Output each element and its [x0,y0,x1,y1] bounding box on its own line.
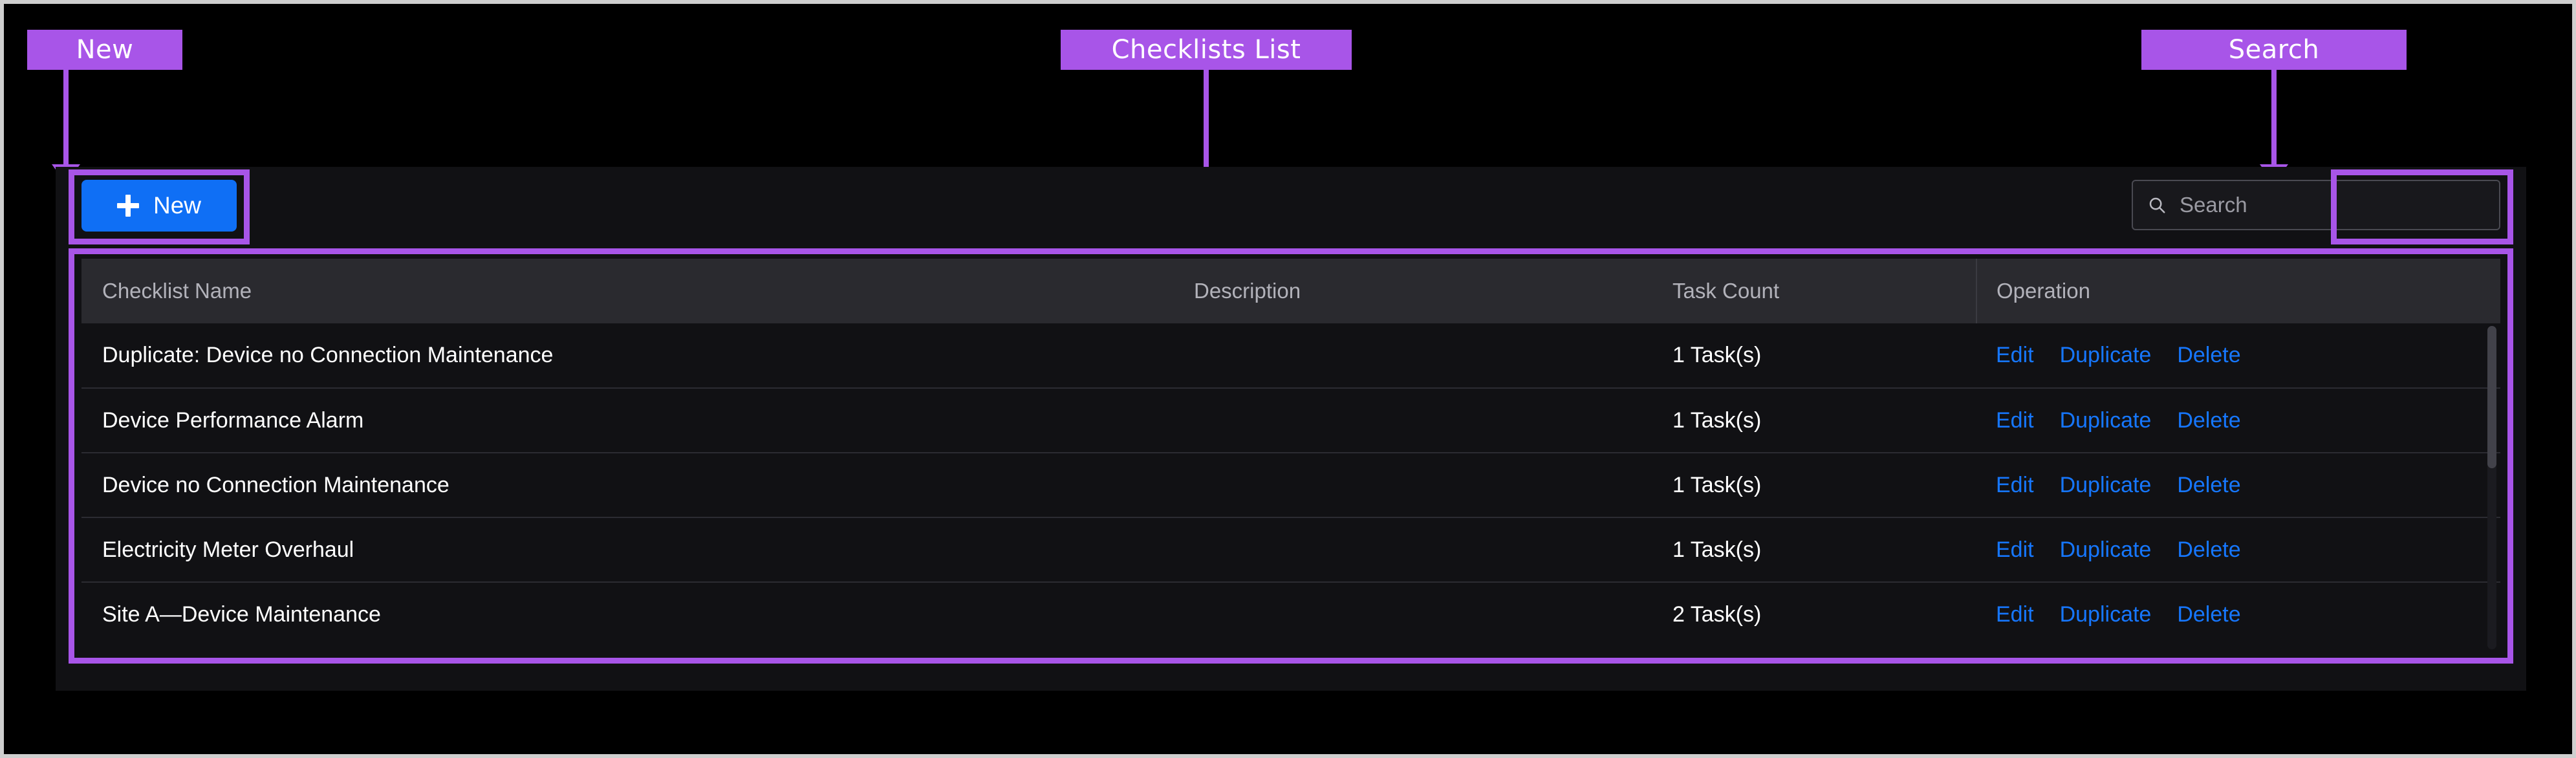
table-header: Checklist Name Description Task Count Op… [81,259,2500,323]
cell-checklist-name: Device Performance Alarm [81,388,1194,453]
column-header-task-count[interactable]: Task Count [1672,259,1976,323]
operations-group: Edit Duplicate Delete [1996,537,2500,563]
edit-link[interactable]: Edit [1996,408,2034,433]
column-header-description[interactable]: Description [1194,259,1672,323]
cell-checklist-name: Device no Connection Maintenance [81,453,1194,518]
checklists-table-panel: Checklist Name Description Task Count Op… [81,259,2500,653]
table-row[interactable]: Electricity Meter Overhaul 1 Task(s) Edit D… [81,517,2500,583]
delete-link[interactable]: Delete [2177,537,2240,563]
duplicate-link[interactable]: Duplicate [2060,473,2152,498]
cell-task-count: 1 Task(s) [1672,323,1976,389]
cell-task-count: 1 Task(s) [1672,388,1976,453]
annotation-stem-new [63,70,69,164]
annotation-callout-search: Search [2141,30,2407,70]
cell-operations: Edit Duplicate Delete [1976,582,2500,647]
cell-description [1194,388,1672,453]
new-button[interactable]: New [81,180,237,232]
new-button-container: New [81,180,237,232]
column-header-checklist-name[interactable]: Checklist Name [81,259,1194,323]
edit-link[interactable]: Edit [1996,473,2034,498]
operations-group: Edit Duplicate Delete [1996,343,2500,368]
annotation-label-checklists: Checklists List [1111,35,1301,65]
cell-checklist-name: Site A—Device Maintenance [81,582,1194,647]
cell-checklist-name: Duplicate: Device no Connection Maintena… [81,323,1194,389]
table-header-row: Checklist Name Description Task Count Op… [81,259,2500,323]
delete-link[interactable]: Delete [2177,343,2240,368]
operations-group: Edit Duplicate Delete [1996,408,2500,433]
cell-operations: Edit Duplicate Delete [1976,323,2500,389]
column-header-operation[interactable]: Operation [1976,259,2500,323]
cell-operations: Edit Duplicate Delete [1976,388,2500,453]
table-body: Duplicate: Device no Connection Maintena… [81,323,2500,647]
annotation-stem-search [2271,70,2277,164]
table-scrollbar-thumb[interactable] [2487,326,2496,468]
operations-group: Edit Duplicate Delete [1996,602,2500,627]
search-field[interactable] [2132,180,2500,230]
annotation-label-search: Search [2228,35,2320,65]
table-row[interactable]: Device no Connection Maintenance 1 Task(s… [81,453,2500,518]
operations-group: Edit Duplicate Delete [1996,473,2500,498]
cell-task-count: 2 Task(s) [1672,582,1976,647]
page-toolbar: New [56,167,2526,238]
table-scrollbar[interactable] [2487,326,2496,649]
cell-task-count: 1 Task(s) [1672,517,1976,583]
table-row[interactable]: Site A—Device Maintenance 2 Task(s) Edit Du… [81,582,2500,647]
cell-description [1194,323,1672,389]
cell-description [1194,453,1672,518]
edit-link[interactable]: Edit [1996,602,2034,627]
search-container [2132,180,2500,230]
annotation-callout-new: New [27,30,182,70]
screenshot-root: New Checklists List Search New Search Ch… [0,0,2576,758]
search-icon [2149,197,2165,213]
cell-operations: Edit Duplicate Delete [1976,453,2500,518]
duplicate-link[interactable]: Duplicate [2060,343,2152,368]
new-button-label: New [153,192,202,219]
annotation-callout-checklists: Checklists List [1061,30,1352,70]
table-row[interactable]: Device Performance Alarm 1 Task(s) Edit Dup… [81,388,2500,453]
cell-checklist-name: Electricity Meter Overhaul [81,517,1194,583]
duplicate-link[interactable]: Duplicate [2060,408,2152,433]
cell-task-count: 1 Task(s) [1672,453,1976,518]
cell-description [1194,517,1672,583]
cell-operations: Edit Duplicate Delete [1976,517,2500,583]
duplicate-link[interactable]: Duplicate [2060,537,2152,563]
delete-link[interactable]: Delete [2177,602,2240,627]
duplicate-link[interactable]: Duplicate [2060,602,2152,627]
edit-link[interactable]: Edit [1996,343,2034,368]
checklists-table: Checklist Name Description Task Count Op… [81,259,2500,647]
edit-link[interactable]: Edit [1996,537,2034,563]
annotation-label-new: New [76,35,134,65]
checklists-page: New Checklist Name Descriptio [56,167,2526,691]
table-row[interactable]: Duplicate: Device no Connection Maintena… [81,323,2500,389]
delete-link[interactable]: Delete [2177,408,2240,433]
delete-link[interactable]: Delete [2177,473,2240,498]
plus-icon [116,195,139,217]
cell-description [1194,582,1672,647]
search-input[interactable] [2178,192,2485,218]
